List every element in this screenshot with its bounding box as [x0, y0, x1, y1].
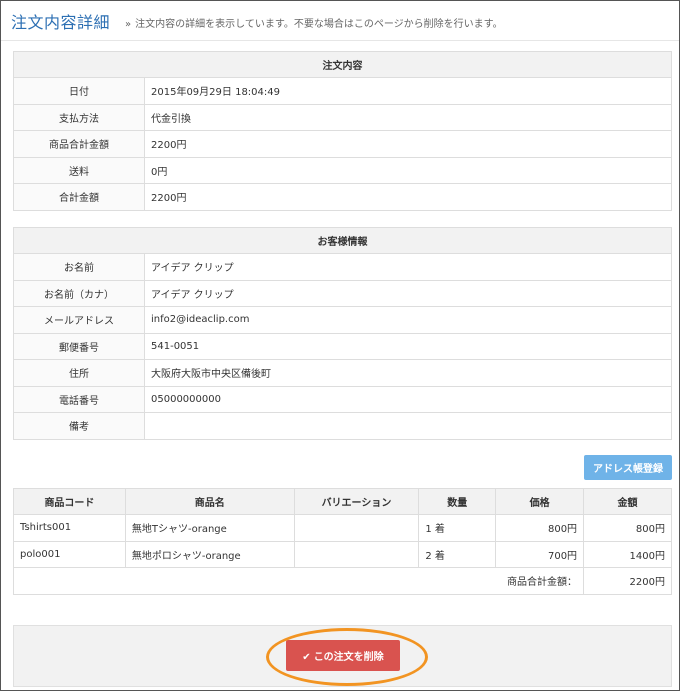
order-row-payment: 支払方法 代金引換 [13, 103, 672, 131]
name-kana-label: お名前（カナ） [13, 279, 145, 307]
postal-code-label: 郵便番号 [13, 332, 145, 360]
page-subtitle: » 注文内容の詳細を表示しています。不要な場合はこのページから削除を行います。 [125, 15, 503, 30]
notes-label: 備考 [13, 412, 145, 440]
col-header-quantity: 数量 [418, 488, 497, 515]
name-kana-value: アイデア クリップ [144, 279, 672, 307]
email-label: メールアドレス [13, 306, 145, 334]
address-value: 大阪府大阪市中央区備後町 [144, 359, 672, 387]
product-name-cell: 無地Tシャツ-orange [124, 514, 295, 542]
col-header-price: 価格 [495, 488, 585, 515]
subtotal-label: 商品合計金額 [13, 130, 145, 158]
table-row: polo001 無地ポロシャツ-orange 2 着 700円 1400円 [13, 540, 672, 568]
notes-value [144, 412, 672, 440]
customer-info-heading: お客様情報 [13, 227, 672, 254]
customer-row-name: お名前 アイデア クリップ [13, 253, 672, 281]
items-total-row: 商品合計金額： 2200円 [12, 567, 672, 595]
variation-cell [293, 514, 420, 542]
items-total-value: 2200円 [583, 567, 672, 595]
col-header-variation: バリエーション [293, 488, 420, 515]
page-header: 注文内容詳細 » 注文内容の詳細を表示しています。不要な場合はこのページから削除を… [1, 1, 679, 41]
email-value: info2@ideaclip.com [144, 306, 672, 334]
col-header-product-name: 商品名 [124, 488, 295, 515]
page-subtitle-text: 注文内容の詳細を表示しています。不要な場合はこのページから削除を行います。 [135, 19, 503, 30]
items-total-label: 商品合計金額： [12, 567, 585, 595]
customer-row-notes: 備考 [13, 412, 672, 440]
customer-row-email: メールアドレス info2@ideaclip.com [13, 306, 672, 334]
customer-row-phone: 電話番号 05000000000 [13, 385, 672, 413]
order-date-value: 2015年09月29日 18:04:49 [144, 77, 672, 105]
col-header-product-code: 商品コード [13, 488, 126, 515]
order-info-table: 注文内容 日付 2015年09月29日 18:04:49 支払方法 代金引換 商… [13, 51, 672, 211]
payment-method-label: 支払方法 [13, 103, 145, 131]
delete-order-label: この注文を削除 [313, 652, 384, 663]
payment-method-value: 代金引換 [144, 103, 672, 131]
delete-order-button[interactable]: ✔ この注文を削除 [286, 640, 400, 671]
subtotal-value: 2200円 [144, 130, 672, 158]
customer-row-kana: お名前（カナ） アイデア クリップ [13, 279, 672, 307]
address-label: 住所 [13, 359, 145, 387]
name-label: お名前 [13, 253, 145, 281]
product-code-cell: polo001 [13, 540, 126, 568]
col-header-amount: 金額 [583, 488, 672, 515]
table-row: Tshirts001 無地Tシャツ-orange 1 着 800円 800円 [13, 514, 672, 542]
order-row-subtotal: 商品合計金額 2200円 [13, 130, 672, 158]
order-info-heading: 注文内容 [13, 51, 672, 78]
double-chevron-right-icon: » [125, 19, 132, 30]
total-value: 2200円 [144, 183, 672, 211]
postal-code-value: 541-0051 [144, 332, 672, 360]
order-row-total: 合計金額 2200円 [13, 183, 672, 211]
order-row-shipping: 送料 0円 [13, 156, 672, 184]
amount-cell: 1400円 [583, 540, 672, 568]
order-items-table: 商品コード 商品名 バリエーション 数量 価格 金額 Tshirts001 無地… [12, 488, 672, 595]
price-cell: 800円 [495, 514, 585, 542]
shipping-value: 0円 [144, 156, 672, 184]
product-name-cell: 無地ポロシャツ-orange [124, 540, 295, 568]
customer-info-table: お客様情報 お名前 アイデア クリップ お名前（カナ） アイデア クリップ メー… [13, 227, 672, 440]
page-frame: 注文内容詳細 » 注文内容の詳細を表示しています。不要な場合はこのページから削除を… [0, 0, 680, 691]
amount-cell: 800円 [583, 514, 672, 542]
price-cell: 700円 [495, 540, 585, 568]
customer-row-postal: 郵便番号 541-0051 [13, 332, 672, 360]
product-code-cell: Tshirts001 [13, 514, 126, 542]
shipping-label: 送料 [13, 156, 145, 184]
page-title: 注文内容詳細 [11, 13, 111, 32]
order-row-date: 日付 2015年09月29日 18:04:49 [13, 77, 672, 105]
phone-label: 電話番号 [13, 385, 145, 413]
phone-value: 05000000000 [144, 385, 672, 413]
items-header-row: 商品コード 商品名 バリエーション 数量 価格 金額 [13, 488, 672, 515]
address-book-register-button[interactable]: アドレス帳登録 [584, 455, 672, 480]
order-date-label: 日付 [13, 77, 145, 105]
quantity-cell: 2 着 [418, 540, 497, 568]
total-label: 合計金額 [13, 183, 145, 211]
check-icon: ✔ [302, 652, 311, 663]
variation-cell [293, 540, 420, 568]
name-value: アイデア クリップ [144, 253, 672, 281]
quantity-cell: 1 着 [418, 514, 497, 542]
customer-row-address: 住所 大阪府大阪市中央区備後町 [13, 359, 672, 387]
